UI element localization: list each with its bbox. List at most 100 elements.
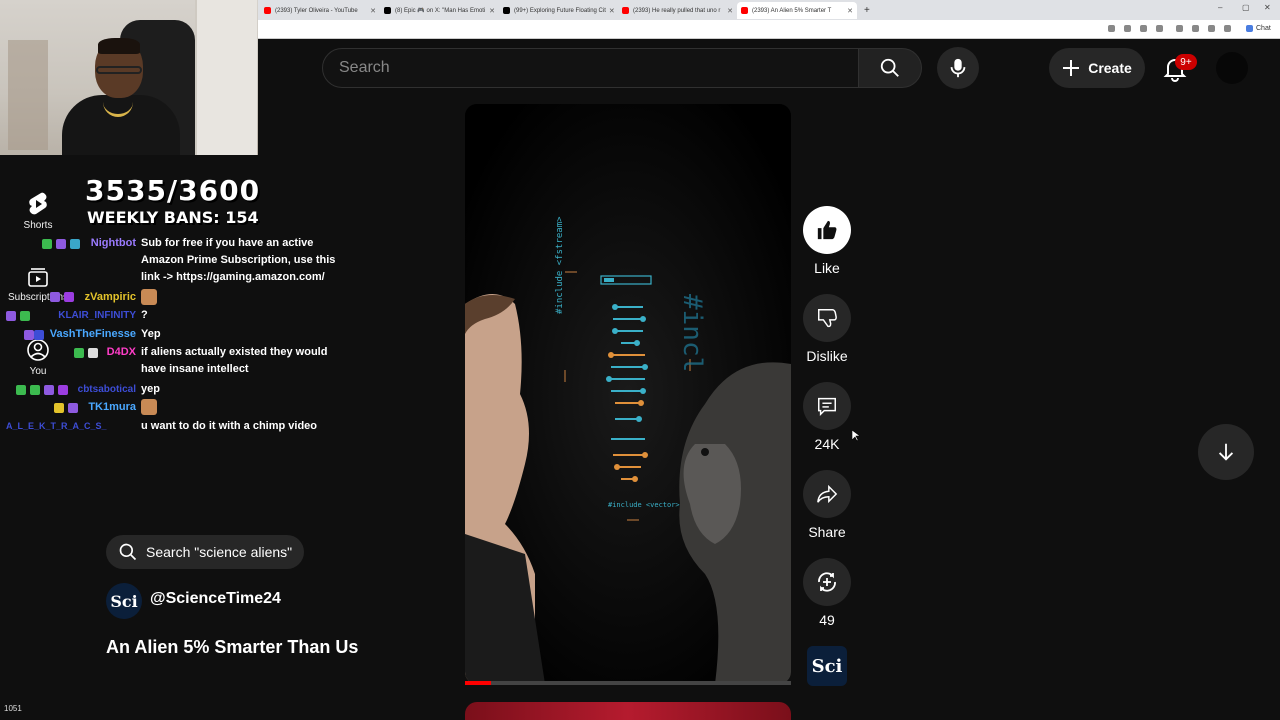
- chat-emote-icon: [141, 399, 157, 415]
- extension-icon[interactable]: [1140, 25, 1147, 32]
- maximize-icon[interactable]: ▢: [1242, 3, 1250, 12]
- voice-search-button[interactable]: [937, 47, 979, 89]
- thumbs-up-icon: [817, 220, 837, 240]
- dislike-button[interactable]: [803, 294, 851, 342]
- chat-extension-icon[interactable]: [1246, 25, 1253, 32]
- browser-toolbar: Chat: [258, 20, 1280, 39]
- dislike-label: Dislike: [806, 348, 848, 364]
- video-progress-bar[interactable]: [465, 681, 791, 685]
- dna-helix-graphic: [606, 304, 648, 482]
- chat-message: ?: [141, 309, 148, 321]
- notification-count-badge: 9+: [1175, 54, 1197, 70]
- close-tab-icon[interactable]: ✕: [724, 7, 733, 15]
- plus-icon: [1063, 60, 1080, 76]
- create-label: Create: [1088, 60, 1132, 76]
- next-short-preview[interactable]: [465, 702, 791, 720]
- search-button[interactable]: [858, 48, 922, 88]
- weekly-bans-counter: WEEKLY BANS: 154: [87, 208, 259, 227]
- chat-emote-icon: [141, 289, 157, 305]
- extension-icon[interactable]: [1192, 25, 1199, 32]
- chat-username[interactable]: VashTheFinesse: [40, 326, 136, 343]
- x-favicon-icon: [384, 7, 391, 14]
- shorts-icon: [29, 192, 47, 215]
- minimize-icon[interactable]: –: [1218, 3, 1222, 12]
- chat-username[interactable]: Nightbot: [80, 235, 136, 252]
- close-tab-icon[interactable]: ✕: [606, 7, 615, 15]
- nav-item-shorts[interactable]: Shorts: [0, 192, 76, 231]
- like-button[interactable]: [803, 206, 851, 254]
- bookmark-star-icon[interactable]: [1156, 25, 1163, 32]
- close-window-icon[interactable]: ✕: [1264, 3, 1271, 12]
- extension-icon[interactable]: [1208, 25, 1215, 32]
- close-tab-icon[interactable]: ✕: [844, 7, 853, 15]
- chat-badge-icon: [24, 330, 34, 340]
- search-icon: [880, 58, 899, 77]
- remix-count: 49: [819, 612, 835, 628]
- nav-item-you[interactable]: You: [0, 338, 76, 377]
- code-text-bottom: #include <vector>: [608, 501, 680, 509]
- chat-username[interactable]: KLAIR_INFINITY: [38, 307, 136, 324]
- chat-message: Sub for free if you have an active Amazo…: [141, 237, 336, 283]
- microphone-icon: [950, 58, 966, 78]
- remix-button[interactable]: [803, 558, 851, 606]
- browser-tab[interactable]: (2393) He really pulled that uno r ✕: [618, 2, 737, 19]
- chat-badge-icon: [44, 385, 54, 395]
- share-button[interactable]: [803, 470, 851, 518]
- extension-icon[interactable]: [1108, 25, 1115, 32]
- close-tab-icon[interactable]: ✕: [486, 7, 495, 15]
- related-search-label: Search "science aliens": [146, 544, 293, 560]
- create-button[interactable]: Create: [1049, 48, 1145, 88]
- chat-username[interactable]: D4DX: [96, 344, 136, 361]
- mouse-cursor-icon: [852, 430, 860, 442]
- search-box[interactable]: [322, 48, 859, 88]
- extension-icon[interactable]: [1224, 25, 1231, 32]
- new-tab-button[interactable]: +: [860, 2, 874, 19]
- chat-username[interactable]: TK1mura: [80, 399, 136, 416]
- webcam-door: [195, 0, 257, 155]
- sub-goal-counter: 3535/3600: [85, 174, 261, 207]
- browser-tab[interactable]: (99+) Exploring Future Floating Cit ✕: [499, 2, 618, 19]
- close-tab-icon[interactable]: ✕: [367, 7, 376, 15]
- chat-username[interactable]: zVampiric: [66, 289, 136, 306]
- chat-extension-label[interactable]: Chat: [1256, 25, 1271, 32]
- tab-title: (2393) Tyler Oliveira - YouTube: [275, 7, 358, 14]
- tiktok-favicon-icon: [503, 7, 510, 14]
- channel-avatar[interactable]: Sci: [106, 583, 142, 619]
- chat-badge-icon: [42, 239, 52, 249]
- browser-tab[interactable]: (2393) Tyler Oliveira - YouTube ✕: [260, 2, 380, 19]
- chat-message: Yep: [141, 328, 161, 340]
- tab-title: (2393) An Alien 5% Smarter T: [752, 7, 832, 14]
- chat-badge-icon: [58, 385, 68, 395]
- subscriptions-icon: [28, 268, 48, 287]
- nav-label: You: [29, 366, 47, 377]
- tab-title: (99+) Exploring Future Floating Cit: [514, 7, 606, 14]
- like-label: Like: [814, 260, 840, 276]
- arrow-down-icon: [1218, 443, 1234, 461]
- comments-button[interactable]: [803, 382, 851, 430]
- search-input[interactable]: Search: [339, 59, 390, 77]
- chat-username[interactable]: cbtsabotical: [72, 381, 136, 398]
- browser-tab-active[interactable]: (2393) An Alien 5% Smarter T ✕: [737, 2, 857, 19]
- account-avatar[interactable]: [1216, 52, 1248, 84]
- next-video-button[interactable]: [1198, 424, 1254, 480]
- shorts-video-player[interactable]: #include <fstream> #incl #include <vecto…: [465, 104, 791, 684]
- zoom-icon[interactable]: [1124, 25, 1131, 32]
- thumbs-down-icon: [818, 309, 837, 328]
- channel-handle[interactable]: @ScienceTime24: [150, 590, 281, 608]
- search-icon: [119, 543, 137, 561]
- chat-badge-icon: [6, 311, 16, 321]
- browser-tab[interactable]: (8) Epic 🎮 on X: "Man Has Emoti ✕: [380, 2, 499, 19]
- browser-tab-bar: (2393) Tyler Oliveira - YouTube ✕ (8) Epi…: [258, 0, 1280, 20]
- extension-icon[interactable]: [1176, 25, 1183, 32]
- chat-badge-icon: [54, 403, 64, 413]
- channel-sound-thumbnail[interactable]: Sci: [807, 646, 847, 686]
- webcam-streamer-glasses: [96, 66, 142, 74]
- chat-username[interactable]: A_L_E_K_T_R_A_C_S_: [6, 418, 136, 435]
- related-search-pill[interactable]: Search "science aliens": [106, 535, 304, 569]
- webcam-shelf: [8, 40, 48, 150]
- tab-title: (8) Epic 🎮 on X: "Man Has Emoti: [395, 8, 486, 14]
- video-title[interactable]: An Alien 5% Smarter Than Us: [106, 637, 358, 658]
- streamer-webcam: [0, 0, 258, 155]
- chat-message: u want to do it with a chimp video: [141, 420, 317, 432]
- remix-icon: [818, 572, 836, 592]
